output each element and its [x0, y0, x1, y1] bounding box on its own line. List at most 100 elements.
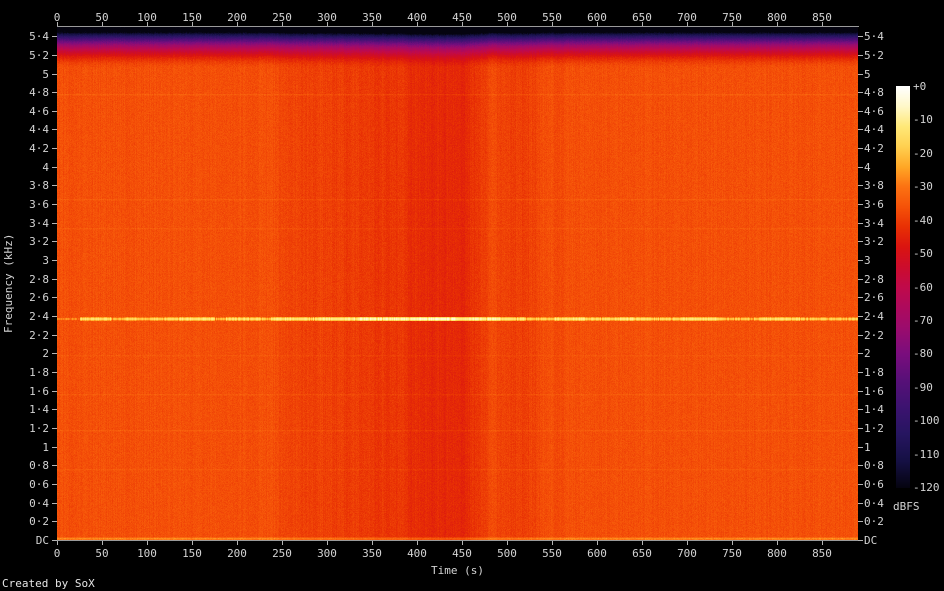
colorbar-tick-label: -40	[913, 215, 933, 226]
time-tick-mark-bottom	[237, 541, 238, 545]
freq-tick-mark-right	[858, 391, 863, 392]
freq-tick-mark-right	[858, 148, 863, 149]
freq-tick-mark-left	[52, 335, 57, 336]
credit-text: Created by SoX	[2, 577, 95, 590]
freq-tick-mark-right	[858, 36, 863, 37]
freq-tick-label-right: 5	[864, 69, 905, 80]
freq-tick-mark-left	[52, 447, 57, 448]
colorbar-tick-label: +0	[913, 81, 926, 92]
time-tick-mark-bottom	[507, 541, 508, 545]
sox-spectrogram-window: 0050501001001501502002002502503003003503…	[0, 0, 944, 591]
freq-tick-mark-left	[52, 185, 57, 186]
freq-tick-mark-right	[858, 484, 863, 485]
time-tick-mark-bottom	[417, 541, 418, 545]
freq-tick-mark-left	[52, 279, 57, 280]
colorbar-tick-label: -70	[913, 315, 933, 326]
top-axis-line	[57, 26, 859, 27]
freq-tick-mark-right	[858, 204, 863, 205]
freq-tick-mark-left	[52, 260, 57, 261]
x-axis-title: Time (s)	[57, 564, 858, 577]
freq-tick-mark-left	[52, 409, 57, 410]
freq-tick-mark-right	[858, 409, 863, 410]
freq-tick-label-right: 0·2	[864, 516, 905, 527]
y-axis-title: Frequency (kHz)	[1, 27, 16, 540]
freq-tick-mark-left	[52, 503, 57, 504]
colorbar-title: dBFS	[893, 500, 920, 513]
freq-tick-mark-left	[52, 223, 57, 224]
bottom-axis-line	[57, 540, 859, 541]
time-tick-mark-bottom	[642, 541, 643, 545]
freq-tick-mark-right	[858, 260, 863, 261]
freq-tick-mark-right	[858, 279, 863, 280]
time-tick-mark-bottom	[327, 541, 328, 545]
freq-tick-mark-right	[858, 540, 863, 541]
time-tick-mark-bottom	[192, 541, 193, 545]
freq-tick-mark-left	[52, 148, 57, 149]
freq-tick-mark-left	[52, 484, 57, 485]
freq-tick-mark-left	[52, 129, 57, 130]
time-tick-mark-bottom	[552, 541, 553, 545]
freq-tick-mark-left	[52, 111, 57, 112]
freq-tick-mark-left	[52, 241, 57, 242]
freq-tick-mark-right	[858, 297, 863, 298]
freq-tick-mark-left	[52, 521, 57, 522]
freq-tick-label-right: DC	[864, 535, 905, 546]
freq-tick-mark-right	[858, 428, 863, 429]
time-tick-mark-bottom	[462, 541, 463, 545]
freq-tick-mark-right	[858, 167, 863, 168]
freq-tick-mark-right	[858, 74, 863, 75]
time-tick-mark-bottom	[777, 541, 778, 545]
freq-tick-mark-left	[52, 55, 57, 56]
time-tick-mark-bottom	[687, 541, 688, 545]
freq-tick-mark-right	[858, 465, 863, 466]
freq-tick-mark-right	[858, 223, 863, 224]
time-tick-label-top: 850	[792, 12, 852, 23]
time-tick-mark-bottom	[372, 541, 373, 545]
freq-tick-mark-left	[52, 428, 57, 429]
freq-tick-label-right: 5·4	[864, 31, 905, 42]
freq-tick-mark-left	[52, 92, 57, 93]
colorbar-tick-label: -30	[913, 181, 933, 192]
freq-tick-mark-left	[52, 540, 57, 541]
freq-tick-mark-right	[858, 316, 863, 317]
colorbar-tick-label: -110	[913, 449, 940, 460]
freq-tick-mark-right	[858, 447, 863, 448]
freq-tick-mark-left	[52, 297, 57, 298]
colorbar-tick-label: -20	[913, 148, 933, 159]
freq-tick-mark-right	[858, 111, 863, 112]
freq-tick-mark-right	[858, 185, 863, 186]
colorbar-tick-label: -90	[913, 382, 933, 393]
colorbar-tick-label: -60	[913, 282, 933, 293]
colorbar-tick-label: -100	[913, 415, 940, 426]
time-tick-mark-bottom	[147, 541, 148, 545]
freq-tick-mark-right	[858, 353, 863, 354]
colorbar-tick-label: -50	[913, 248, 933, 259]
colorbar-tick-label: -10	[913, 114, 933, 125]
freq-tick-mark-right	[858, 503, 863, 504]
freq-tick-mark-right	[858, 372, 863, 373]
colorbar-tick-label: -120	[913, 482, 940, 493]
freq-tick-mark-left	[52, 167, 57, 168]
time-tick-mark-bottom	[282, 541, 283, 545]
time-tick-mark-bottom	[822, 541, 823, 545]
freq-tick-mark-right	[858, 129, 863, 130]
time-tick-mark-bottom	[102, 541, 103, 545]
freq-tick-mark-right	[858, 55, 863, 56]
freq-tick-mark-left	[52, 74, 57, 75]
freq-tick-mark-left	[52, 372, 57, 373]
freq-tick-mark-right	[858, 92, 863, 93]
freq-tick-label-right: 5·2	[864, 50, 905, 61]
time-tick-label-bottom: 850	[792, 548, 852, 559]
freq-tick-mark-left	[52, 36, 57, 37]
freq-tick-mark-left	[52, 316, 57, 317]
freq-tick-mark-left	[52, 465, 57, 466]
freq-tick-mark-right	[858, 241, 863, 242]
time-tick-mark-bottom	[57, 541, 58, 545]
freq-tick-mark-left	[52, 391, 57, 392]
time-tick-mark-bottom	[597, 541, 598, 545]
colorbar-tick-label: -80	[913, 348, 933, 359]
time-tick-mark-bottom	[732, 541, 733, 545]
spectrogram-canvas	[57, 27, 858, 540]
colorbar	[896, 86, 910, 488]
freq-tick-mark-right	[858, 521, 863, 522]
